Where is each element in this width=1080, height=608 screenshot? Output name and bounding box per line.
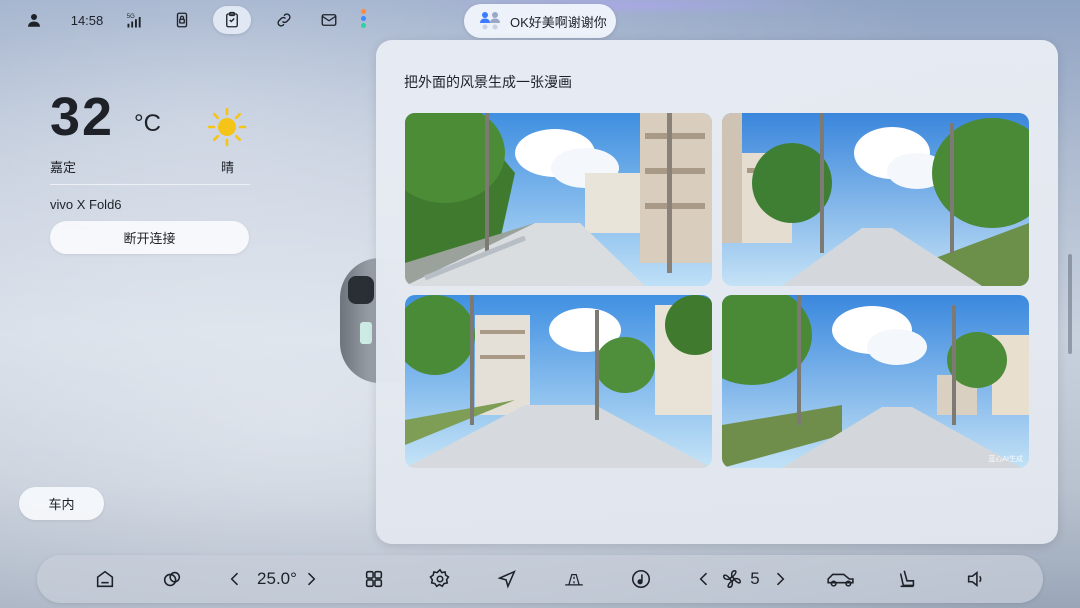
apps-grid-icon[interactable]: [362, 567, 386, 591]
car-light: [360, 322, 372, 344]
sun-icon: [206, 106, 248, 148]
ac-temperature: 25.0°: [257, 569, 297, 588]
cabin-button[interactable]: 车内: [19, 487, 104, 520]
panel-title: 把外面的风景生成一张漫画: [404, 74, 572, 90]
temperature: 32: [50, 87, 115, 147]
mail-icon[interactable]: [318, 8, 340, 32]
city-name: 嘉定: [50, 160, 77, 175]
signal-label: 5G: [127, 14, 135, 20]
device-name: vivo X Fold6: [50, 197, 122, 212]
headlamp: [348, 276, 374, 304]
link-icon[interactable]: [274, 8, 294, 32]
fan-decrease-button[interactable]: [694, 567, 714, 591]
bottom-dock: 25.0° 5: [37, 555, 1043, 603]
phone-lock-icon[interactable]: [172, 8, 192, 32]
clipboard-icon[interactable]: [213, 6, 251, 34]
ai-watermark: 蓝心AI生成: [988, 456, 1023, 463]
assistant-icon: [480, 12, 500, 30]
disconnect-button[interactable]: 断开连接: [50, 221, 249, 254]
assistant-text: OK好美啊谢谢你: [510, 14, 607, 30]
scrollbar[interactable]: [1068, 254, 1072, 354]
ac-temp-increase-button[interactable]: [301, 567, 321, 591]
settings-icon[interactable]: [428, 567, 452, 591]
fan-icon: [719, 567, 745, 591]
assistant-pill[interactable]: OK好美啊谢谢你: [464, 4, 616, 38]
generated-image-1[interactable]: [405, 113, 712, 286]
seat-icon[interactable]: [895, 567, 919, 591]
cloud-icon[interactable]: [159, 567, 185, 591]
assistant-dots-icon[interactable]: [361, 9, 367, 31]
generated-image-3[interactable]: [405, 295, 712, 468]
fan-speed: 5: [750, 569, 760, 588]
generated-image-2[interactable]: [722, 113, 1029, 286]
car-icon[interactable]: [824, 567, 858, 591]
home-icon[interactable]: [93, 567, 117, 591]
clock: 14:58: [70, 12, 104, 28]
ai-result-panel: 把外面的风景生成一张漫画 蓝心AI生成: [376, 40, 1058, 544]
divider: [50, 184, 250, 185]
music-icon[interactable]: [629, 567, 653, 591]
volume-icon[interactable]: [964, 567, 988, 591]
person-icon[interactable]: [24, 8, 44, 32]
weather-condition: 晴: [221, 160, 235, 175]
fan-increase-button[interactable]: [770, 567, 790, 591]
temperature-unit: °C: [134, 110, 161, 137]
signal-icon: 5G: [124, 8, 146, 32]
ac-temp-decrease-button[interactable]: [225, 567, 245, 591]
navigation-icon[interactable]: [495, 567, 519, 591]
road-icon[interactable]: [559, 567, 589, 591]
generated-image-4[interactable]: 蓝心AI生成: [722, 295, 1029, 468]
